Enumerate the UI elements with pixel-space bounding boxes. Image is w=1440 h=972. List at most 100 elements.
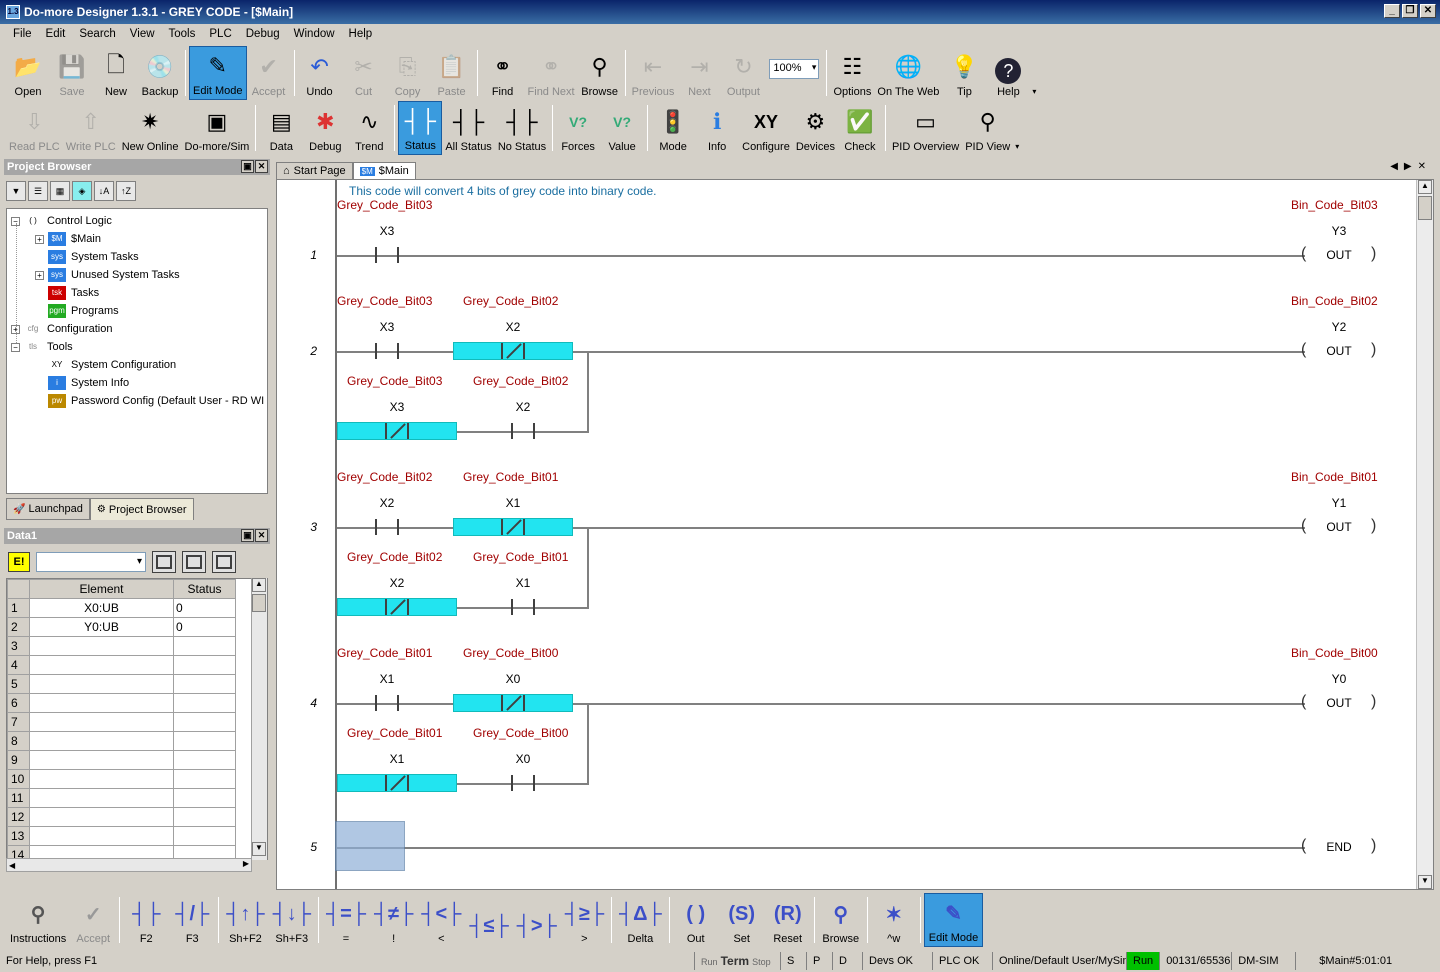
- inst-wire-tool-button[interactable]: ✶ ^w: [871, 893, 917, 947]
- element-cell[interactable]: [29, 788, 174, 808]
- element-cell[interactable]: [29, 712, 174, 732]
- tab-nav-icons[interactable]: ◀▶✕: [1390, 161, 1432, 172]
- data-view-select[interactable]: [36, 552, 146, 572]
- element-cell[interactable]: [29, 826, 174, 846]
- configure-button[interactable]: XY Configure: [739, 101, 793, 155]
- close-button[interactable]: ✕: [1420, 4, 1436, 18]
- zoom-select[interactable]: 100%: [769, 59, 820, 79]
- tree-item-system-info[interactable]: i System Info: [35, 374, 129, 392]
- inst-greater-than-button[interactable]: ┤>├: [513, 893, 561, 947]
- on-the-web-button[interactable]: 🌐 On The Web: [874, 46, 942, 100]
- coil-address[interactable]: Y2: [1309, 320, 1369, 334]
- save-button[interactable]: 💾 Save: [50, 46, 94, 100]
- all-status-button[interactable]: ┤├ All Status: [442, 101, 494, 155]
- col-status[interactable]: Status: [173, 579, 236, 599]
- element-cell[interactable]: [29, 769, 174, 789]
- expander-icon[interactable]: +: [35, 270, 44, 280]
- inst-less-equal-button[interactable]: ┤≤├: [465, 893, 512, 947]
- contact-nickname[interactable]: Grey_Code_Bit01: [463, 470, 558, 484]
- expander-icon[interactable]: +: [35, 234, 44, 244]
- coil-instruction[interactable]: OUT: [1309, 696, 1369, 710]
- pin-icon[interactable]: ▣: [241, 529, 254, 542]
- close-pane-icon[interactable]: ✕: [255, 529, 268, 542]
- sort-za-icon[interactable]: ↑Z: [116, 181, 136, 201]
- status-button[interactable]: ┤├ Status: [398, 101, 443, 155]
- minimize-button[interactable]: _: [1384, 4, 1400, 18]
- element-cell[interactable]: [29, 807, 174, 827]
- view-medium-button[interactable]: [182, 551, 206, 573]
- inst-instructions-button[interactable]: ⚲ Instructions: [6, 893, 70, 947]
- doc-tab-start-page[interactable]: ⌂ Start Page: [276, 162, 353, 179]
- help-button[interactable]: ? Help: [986, 46, 1030, 100]
- ladder-editor[interactable]: 1 2 3 4 5 This code will convert 4 bits of g…: [276, 179, 1434, 890]
- menu-window[interactable]: Window: [287, 28, 342, 40]
- status-cell[interactable]: [173, 807, 236, 827]
- contact-address[interactable]: X3: [377, 400, 417, 414]
- contact-nickname[interactable]: Grey_Code_Bit01: [473, 550, 568, 564]
- contact-nickname[interactable]: Grey_Code_Bit03: [347, 374, 442, 388]
- inst-falling-edge-button[interactable]: ┤↓├ Sh+F3: [269, 893, 315, 947]
- tree-item-system-tasks[interactable]: sys System Tasks: [35, 248, 139, 266]
- view-large-button[interactable]: [212, 551, 236, 573]
- inst-reset-coil-button[interactable]: (R) Reset: [765, 893, 811, 947]
- data-button[interactable]: ▤ Data: [259, 101, 303, 155]
- data-grid-hscroll[interactable]: ◀ ▶: [6, 858, 252, 872]
- tree-item--main[interactable]: + $M $Main: [35, 230, 101, 248]
- forces-button[interactable]: V? Forces: [556, 101, 600, 155]
- pid-overview-button[interactable]: ▭ PID Overview: [889, 101, 962, 155]
- read-plc-button[interactable]: ⇩ Read PLC: [6, 101, 63, 155]
- menu-debug[interactable]: Debug: [239, 28, 287, 40]
- contact-nickname[interactable]: Grey_Code_Bit00: [473, 726, 568, 740]
- status-cell[interactable]: [173, 788, 236, 808]
- coil-instruction[interactable]: OUT: [1309, 344, 1369, 358]
- contact-address[interactable]: X1: [503, 576, 543, 590]
- undo-button[interactable]: ↶ Undo: [298, 46, 342, 100]
- table-row[interactable]: 1 X0:UB 0: [7, 598, 236, 618]
- tree-item-system-configuration[interactable]: XY System Configuration: [35, 356, 177, 374]
- tab-project-browser[interactable]: ⚙ Project Browser: [89, 498, 194, 520]
- close-pane-icon[interactable]: ✕: [255, 160, 268, 173]
- tree-item-control-logic[interactable]: −( ) Control Logic: [11, 212, 112, 230]
- coil-instruction[interactable]: END: [1309, 840, 1369, 854]
- pid-view-button[interactable]: ⚲ PID View: [962, 101, 1013, 155]
- contact-nickname[interactable]: Grey_Code_Bit01: [337, 646, 432, 660]
- inst-less-than-button[interactable]: ┤<├ <: [417, 893, 465, 947]
- trend-button[interactable]: ∿ Trend: [347, 101, 391, 155]
- contact-nickname[interactable]: Grey_Code_Bit01: [347, 726, 442, 740]
- table-row[interactable]: 10: [7, 769, 236, 789]
- tab-launchpad[interactable]: 🚀 Launchpad: [6, 498, 90, 520]
- inst-set-coil-button[interactable]: (S) Set: [719, 893, 765, 947]
- inst-accept-button[interactable]: ✓ Accept: [70, 893, 116, 947]
- value-button[interactable]: V? Value: [600, 101, 644, 155]
- coil-instruction[interactable]: OUT: [1309, 520, 1369, 534]
- coil-instruction[interactable]: OUT: [1309, 248, 1369, 262]
- editor-vscroll[interactable]: ▲ ▼: [1416, 180, 1433, 889]
- contact-nickname[interactable]: Grey_Code_Bit02: [347, 550, 442, 564]
- status-cell[interactable]: [173, 750, 236, 770]
- write-plc-button[interactable]: ⇧ Write PLC: [63, 101, 119, 155]
- coil-nickname[interactable]: Bin_Code_Bit01: [1291, 470, 1378, 484]
- contact-address[interactable]: X0: [493, 672, 533, 686]
- edit-element-button[interactable]: E!: [8, 552, 30, 572]
- expander-icon[interactable]: −: [11, 342, 20, 352]
- devices-button[interactable]: ⚙ Devices: [793, 101, 838, 155]
- element-cell[interactable]: [29, 750, 174, 770]
- element-cell[interactable]: X0:UB: [29, 598, 174, 618]
- info-button[interactable]: ℹ Info: [695, 101, 739, 155]
- contact-address[interactable]: X1: [493, 496, 533, 510]
- check-button[interactable]: ✅ Check: [838, 101, 882, 155]
- output-button[interactable]: ↻ Output: [721, 46, 765, 100]
- options-button[interactable]: ☷ Options: [830, 46, 874, 100]
- status-cell[interactable]: [173, 826, 236, 846]
- tree-item-configuration[interactable]: + cfg Configuration: [11, 320, 112, 338]
- mode-button[interactable]: 🚦 Mode: [651, 101, 695, 155]
- menu-file[interactable]: File: [6, 28, 39, 40]
- inst-delta-button[interactable]: ┤Δ├ Delta: [615, 893, 666, 947]
- element-cell[interactable]: Y0:UB: [29, 617, 174, 637]
- inst-rising-edge-button[interactable]: ┤↑├ Sh+F2: [222, 893, 268, 947]
- menu-plc[interactable]: PLC: [202, 28, 238, 40]
- contact-nickname[interactable]: Grey_Code_Bit03: [337, 294, 432, 308]
- table-row[interactable]: 2 Y0:UB 0: [7, 617, 236, 637]
- restore-button[interactable]: ❐: [1402, 4, 1418, 18]
- table-row[interactable]: 8: [7, 731, 236, 751]
